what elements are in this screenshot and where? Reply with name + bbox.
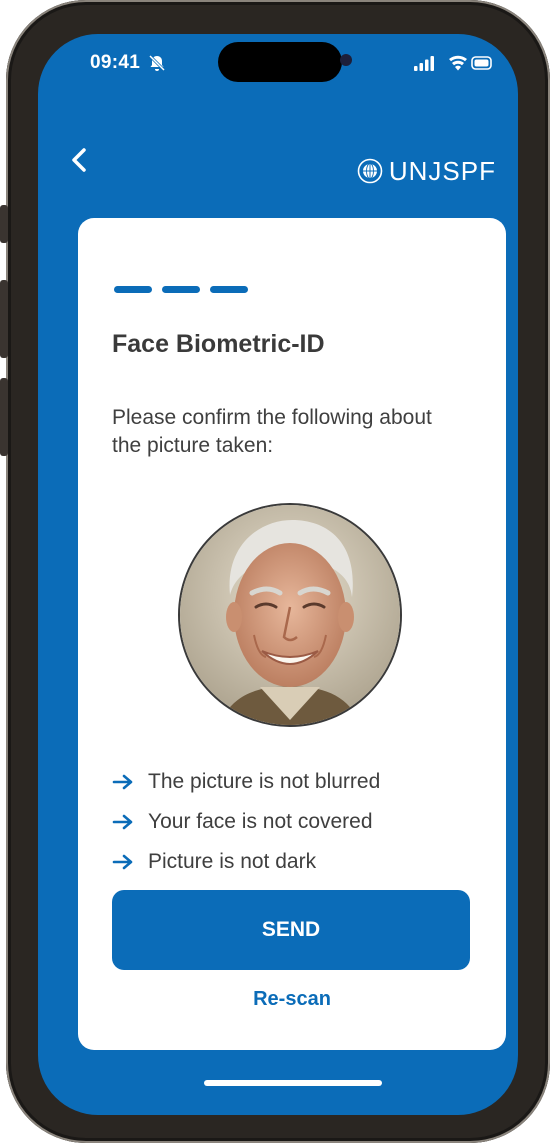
- camera-dot: [340, 54, 352, 66]
- page-title: Face Biometric-ID: [112, 330, 325, 358]
- wifi-icon: [449, 55, 467, 71]
- confirmation-card: Face Biometric-ID Please confirm the fol…: [78, 218, 506, 1050]
- dynamic-island: [218, 42, 342, 82]
- checklist-item-text: Your face is not covered: [148, 810, 373, 833]
- app-screen: 09:41 UNJSPF Face Biometric-ID Please co…: [38, 34, 518, 1115]
- checklist-item-text: Picture is not dark: [148, 850, 317, 873]
- step-3: [210, 286, 248, 293]
- arrow-right-icon: [112, 854, 133, 870]
- back-chevron-icon[interactable]: [68, 146, 92, 174]
- checklist: The picture is not blurred Your face is …: [112, 762, 380, 882]
- status-icons: [414, 55, 492, 71]
- checklist-item: The picture is not blurred: [112, 762, 380, 802]
- arrow-right-icon: [112, 774, 133, 790]
- step-2: [162, 286, 200, 293]
- home-indicator[interactable]: [204, 1080, 382, 1086]
- send-button[interactable]: SEND: [112, 890, 470, 970]
- volume-up-button: [0, 280, 8, 358]
- checklist-item-text: The picture is not blurred: [148, 770, 381, 793]
- unjspf-logo: UNJSPF: [357, 156, 496, 186]
- silent-switch: [0, 205, 8, 243]
- face-photo: [178, 503, 402, 727]
- rescan-link[interactable]: Re-scan: [78, 988, 506, 1011]
- instruction-text: Please confirm the following about the p…: [112, 406, 432, 457]
- signal-icon: [414, 56, 434, 71]
- status-time: 09:41: [90, 52, 141, 73]
- checklist-item: Your face is not covered: [112, 802, 380, 842]
- un-emblem-icon: [357, 158, 383, 184]
- face-portrait-image: [180, 505, 400, 725]
- step-1: [114, 286, 152, 293]
- status-bar: 09:41: [38, 34, 518, 94]
- checklist-item: Picture is not dark: [112, 842, 380, 882]
- logo-text: UNJSPF: [388, 155, 496, 186]
- step-indicator: [114, 286, 248, 293]
- volume-down-button: [0, 378, 8, 456]
- battery-icon: [471, 56, 492, 70]
- bell-muted-icon: [148, 54, 166, 72]
- arrow-right-icon: [112, 814, 133, 830]
